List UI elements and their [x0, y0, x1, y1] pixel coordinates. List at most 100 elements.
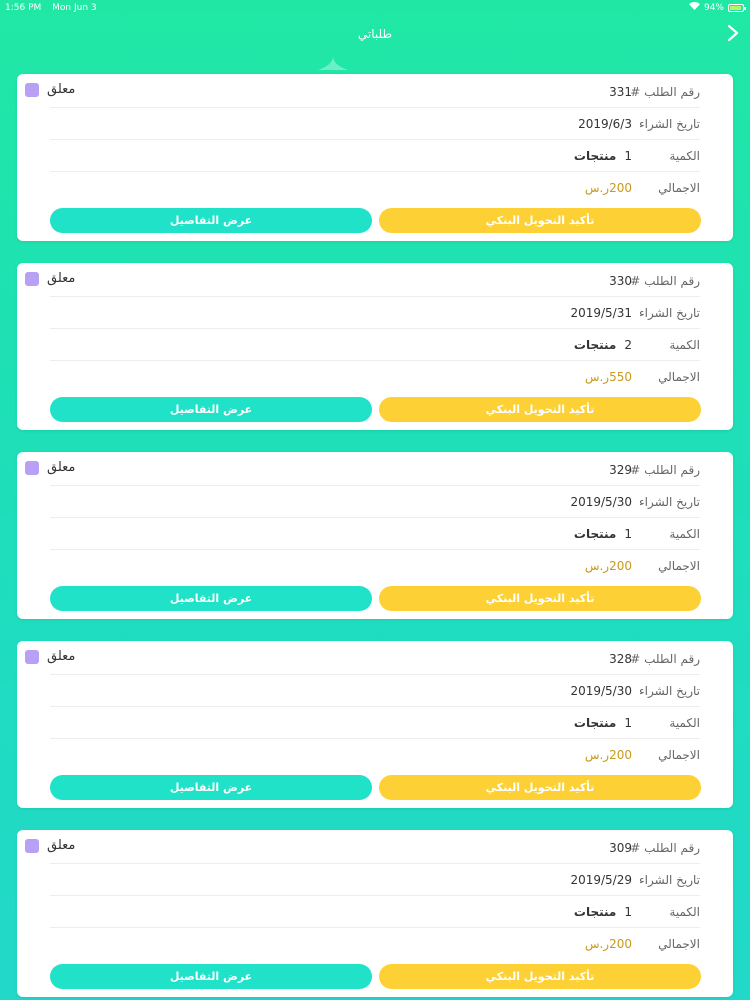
order-number-row: رقم الطلب # 309: [50, 832, 700, 864]
order-number-label: رقم الطلب #: [630, 652, 700, 666]
order-card: معلق رقم الطلب # 329 تاريخ الشراء 2019/5…: [17, 452, 733, 619]
order-number-value: 309: [609, 841, 632, 855]
quantity-label: الكمية: [669, 905, 700, 919]
quantity-label: الكمية: [669, 716, 700, 730]
quantity-value: 1 منتجات: [574, 527, 632, 541]
view-details-button[interactable]: عرض التفاصيل: [50, 397, 372, 422]
quantity-label: الكمية: [669, 338, 700, 352]
quantity-unit: منتجات: [573, 527, 617, 541]
purchase-date-row: تاريخ الشراء 2019/5/30: [50, 675, 700, 707]
order-number-value: 329: [609, 463, 632, 477]
view-details-button[interactable]: عرض التفاصيل: [50, 964, 372, 989]
quantity-unit: منتجات: [573, 716, 617, 730]
purchase-date-row: تاريخ الشراء 2019/6/3: [50, 108, 700, 140]
quantity-number: 1: [624, 716, 632, 730]
order-number-label: رقم الطلب #: [630, 463, 700, 477]
purchase-date-value: 2019/6/3: [578, 117, 632, 131]
status-indicator: [25, 838, 39, 853]
order-number-label: رقم الطلب #: [630, 274, 700, 288]
confirm-transfer-button[interactable]: تأكيد التحويل البنكي: [379, 586, 701, 611]
purchase-date-label: تاريخ الشراء: [639, 495, 700, 509]
confirm-transfer-button[interactable]: تأكيد التحويل البنكي: [379, 397, 701, 422]
purchase-date-row: تاريخ الشراء 2019/5/31: [50, 297, 700, 329]
quantity-row: الكمية 2 منتجات: [50, 329, 700, 361]
battery-percent: 94%: [703, 3, 724, 13]
purchase-date-row: تاريخ الشراء 2019/5/30: [50, 486, 700, 518]
order-number-value: 330: [609, 274, 632, 288]
quantity-number: 1: [624, 149, 632, 163]
quantity-unit: منتجات: [573, 905, 617, 919]
chevron-right-icon[interactable]: [724, 24, 742, 42]
view-details-button[interactable]: عرض التفاصيل: [50, 208, 372, 233]
purchase-date-label: تاريخ الشراء: [639, 873, 700, 887]
total-value: 200ر.س: [584, 937, 632, 951]
total-row: الاجمالي 200ر.س: [50, 928, 700, 960]
order-card: معلق رقم الطلب # 331 تاريخ الشراء 2019/6…: [17, 74, 733, 241]
total-label: الاجمالي: [658, 370, 700, 384]
quantity-number: 1: [624, 905, 632, 919]
total-value: 200ر.س: [584, 748, 632, 762]
view-details-button[interactable]: عرض التفاصيل: [50, 586, 372, 611]
order-card: معلق رقم الطلب # 328 تاريخ الشراء 2019/5…: [17, 641, 733, 808]
purchase-date-label: تاريخ الشراء: [639, 306, 700, 320]
quantity-unit: منتجات: [573, 149, 617, 163]
order-number-row: رقم الطلب # 331: [50, 76, 700, 108]
status-indicator: [25, 82, 39, 97]
purchase-date-label: تاريخ الشراء: [639, 117, 700, 131]
total-label: الاجمالي: [658, 937, 700, 951]
status-bar: 1:56 PM Mon Jun 3 94%: [0, 0, 750, 16]
total-label: الاجمالي: [658, 559, 700, 573]
order-number-label: رقم الطلب #: [630, 841, 700, 855]
total-row: الاجمالي 200ر.س: [50, 550, 700, 582]
page-title: طلباتي: [357, 27, 393, 41]
confirm-transfer-button[interactable]: تأكيد التحويل البنكي: [379, 964, 701, 989]
view-details-button[interactable]: عرض التفاصيل: [50, 775, 372, 800]
quantity-unit: منتجات: [573, 338, 617, 352]
quantity-value: 2 منتجات: [574, 338, 632, 352]
quantity-label: الكمية: [669, 149, 700, 163]
order-number-row: رقم الطلب # 330: [50, 265, 700, 297]
order-number-row: رقم الطلب # 329: [50, 454, 700, 486]
purchase-date-value: 2019/5/30: [570, 495, 632, 509]
order-number-label: رقم الطلب #: [630, 85, 700, 99]
status-date: Mon Jun 3: [52, 3, 97, 13]
quantity-row: الكمية 1 منتجات: [50, 140, 700, 172]
total-value: 550ر.س: [584, 370, 632, 384]
total-value: 200ر.س: [584, 559, 632, 573]
order-card: معلق رقم الطلب # 309 تاريخ الشراء 2019/5…: [17, 830, 733, 997]
battery-icon: [728, 4, 746, 12]
status-indicator: [25, 649, 39, 664]
quantity-number: 1: [624, 527, 632, 541]
total-row: الاجمالي 200ر.س: [50, 172, 700, 204]
quantity-value: 1 منتجات: [574, 716, 632, 730]
order-number-row: رقم الطلب # 328: [50, 643, 700, 675]
total-value: 200ر.س: [584, 181, 632, 195]
quantity-value: 1 منتجات: [574, 905, 632, 919]
confirm-transfer-button[interactable]: تأكيد التحويل البنكي: [379, 208, 701, 233]
total-label: الاجمالي: [658, 181, 700, 195]
total-row: الاجمالي 200ر.س: [50, 739, 700, 771]
nav-bar: طلباتي: [0, 18, 750, 70]
quantity-value: 1 منتجات: [574, 149, 632, 163]
purchase-date-value: 2019/5/30: [570, 684, 632, 698]
quantity-label: الكمية: [669, 527, 700, 541]
status-indicator: [25, 460, 39, 475]
quantity-number: 2: [624, 338, 632, 352]
quantity-row: الكمية 1 منتجات: [50, 896, 700, 928]
order-card: معلق رقم الطلب # 330 تاريخ الشراء 2019/5…: [17, 263, 733, 430]
purchase-date-label: تاريخ الشراء: [639, 684, 700, 698]
purchase-date-value: 2019/5/29: [570, 873, 632, 887]
status-time: 1:56 PM: [5, 3, 42, 13]
confirm-transfer-button[interactable]: تأكيد التحويل البنكي: [379, 775, 701, 800]
quantity-row: الكمية 1 منتجات: [50, 518, 700, 550]
quantity-row: الكمية 1 منتجات: [50, 707, 700, 739]
total-label: الاجمالي: [658, 748, 700, 762]
purchase-date-value: 2019/5/31: [570, 306, 632, 320]
status-indicator: [25, 271, 39, 286]
sparkle-icon: [318, 56, 348, 70]
wifi-icon: [688, 1, 700, 15]
purchase-date-row: تاريخ الشراء 2019/5/29: [50, 864, 700, 896]
order-number-value: 328: [609, 652, 632, 666]
total-row: الاجمالي 550ر.س: [50, 361, 700, 393]
order-number-value: 331: [609, 85, 632, 99]
